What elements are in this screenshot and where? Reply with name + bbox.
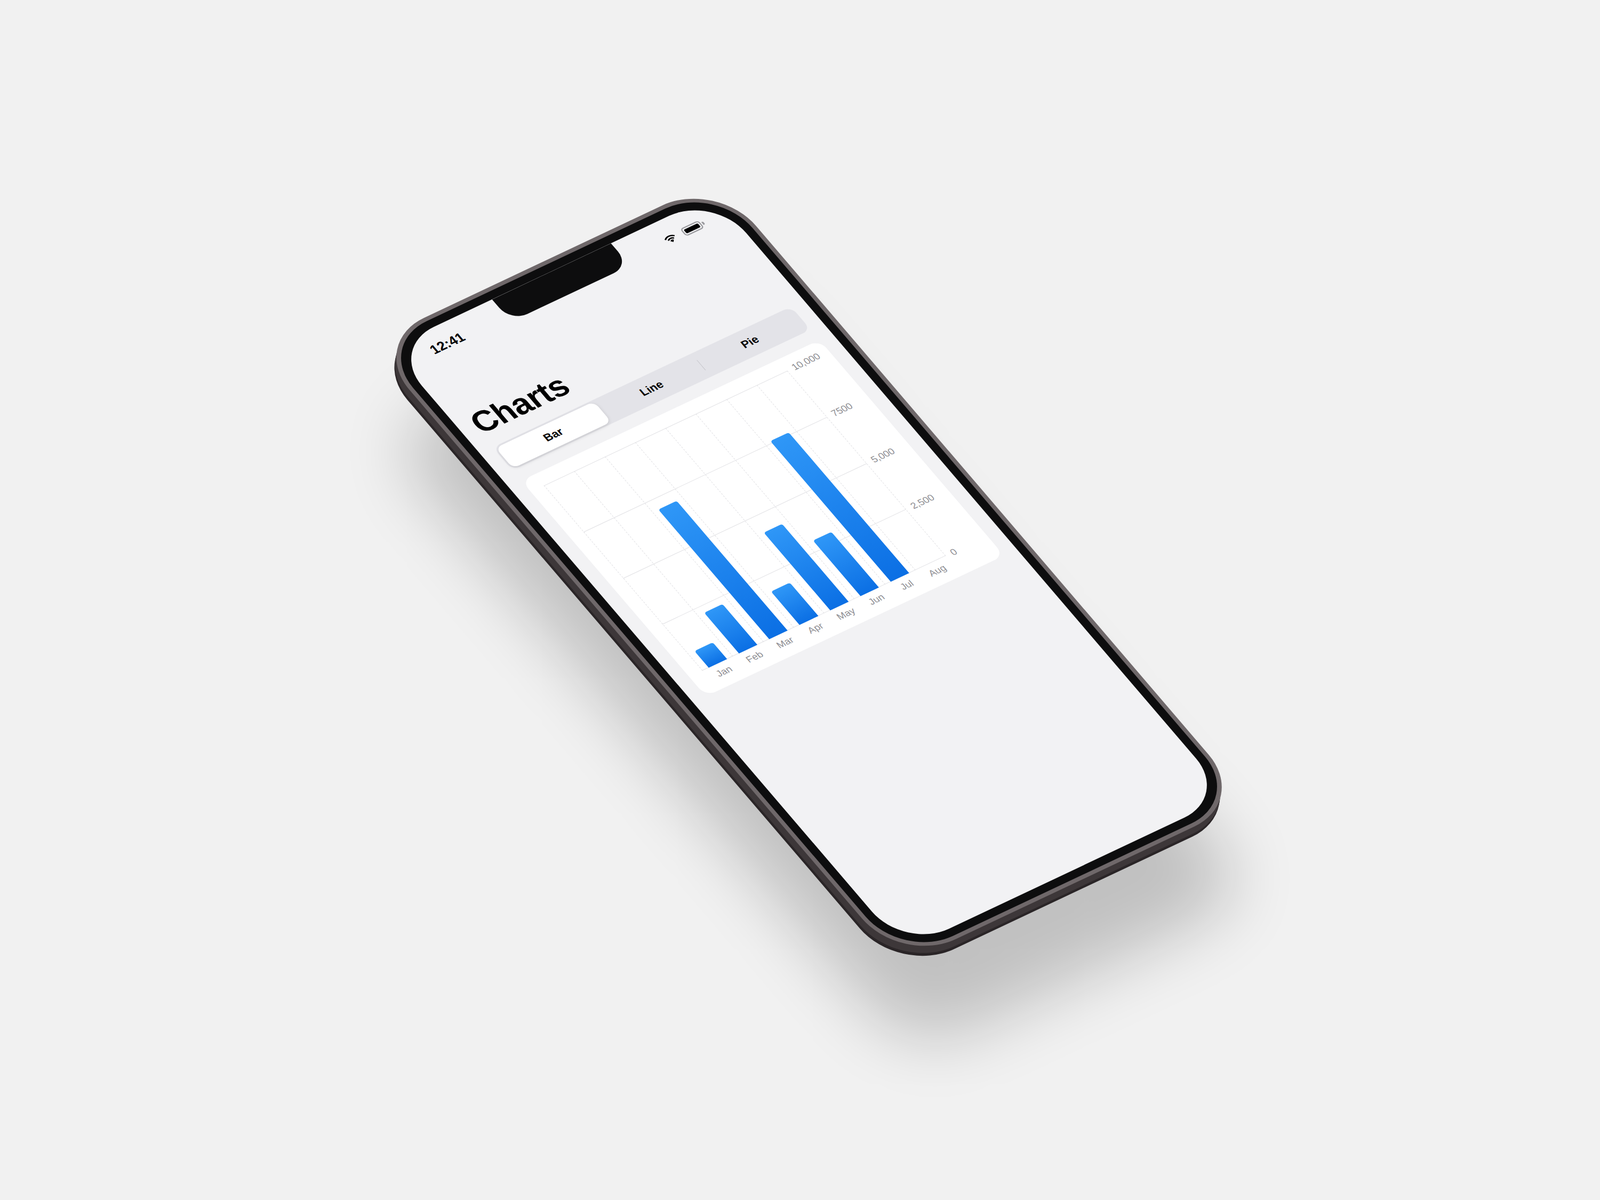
y-tick: 2,500 bbox=[907, 489, 942, 512]
phone: 12:41 Charts BarLinePie 02,5005,00075001… bbox=[369, 179, 1248, 965]
y-tick: 10,000 bbox=[788, 350, 823, 373]
battery-body bbox=[679, 220, 704, 237]
battery-fill bbox=[683, 222, 701, 234]
notch bbox=[492, 243, 631, 322]
y-axis: 0 2,5005,0007500 10,000 bbox=[783, 350, 982, 561]
y-tick: 0 bbox=[947, 536, 982, 558]
battery-nub bbox=[700, 221, 705, 226]
grid-line bbox=[583, 416, 828, 532]
x-tick: Aug bbox=[918, 559, 957, 583]
bar-column bbox=[665, 413, 854, 614]
chart-card: 02,5005,000750010,000 JanFebMarAprMayJun… bbox=[521, 339, 1004, 696]
bar-column bbox=[574, 457, 764, 657]
status-icons bbox=[610, 194, 732, 264]
y-tick: 7500 bbox=[828, 397, 863, 420]
bar-column bbox=[604, 442, 794, 643]
bar-column bbox=[544, 471, 733, 671]
wifi-icon bbox=[659, 230, 682, 246]
screen: 12:41 Charts BarLinePie 02,5005,00075001… bbox=[389, 194, 1229, 950]
backdrop: 12:41 Charts BarLinePie 02,5005,00075001… bbox=[0, 0, 1600, 1200]
bar[interactable] bbox=[771, 582, 819, 626]
y-tick: 5,000 bbox=[868, 443, 903, 466]
bar[interactable] bbox=[694, 642, 727, 669]
status-bar: 12:41 bbox=[389, 194, 742, 381]
bar-column bbox=[725, 385, 915, 585]
status-time: 12:41 bbox=[389, 299, 512, 371]
battery-icon bbox=[679, 218, 707, 237]
